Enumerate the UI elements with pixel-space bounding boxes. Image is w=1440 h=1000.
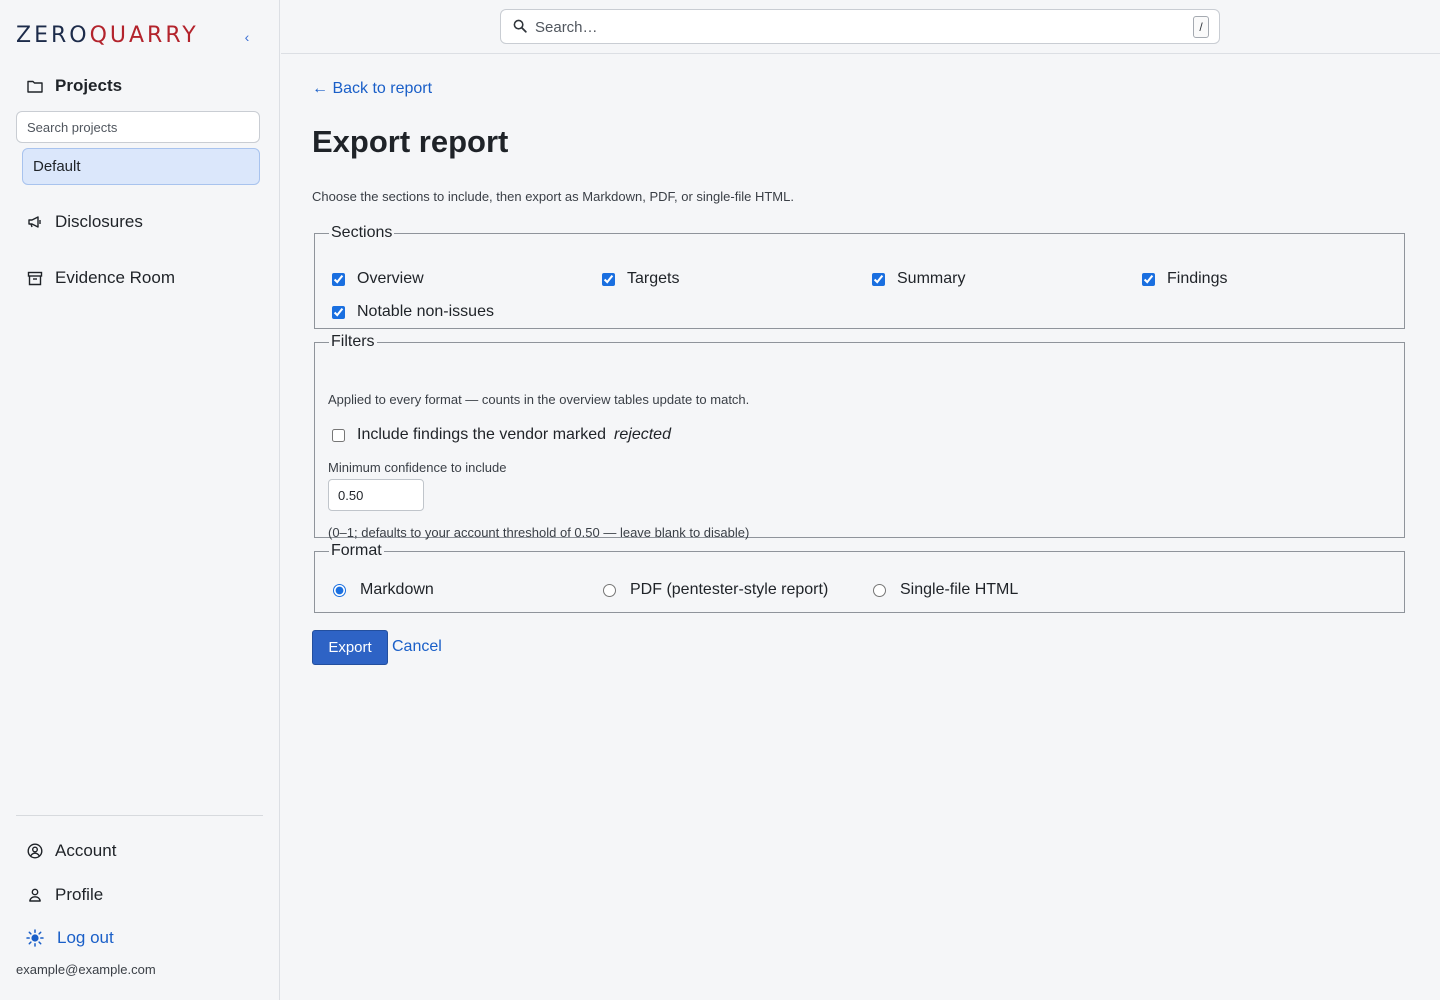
sections-legend: Sections [331,224,393,241]
markdown-radio[interactable] [333,583,346,597]
archive-box-icon [26,269,44,287]
filters-fieldset: Filters Applied to every format — counts… [314,333,1405,540]
search-icon [513,19,527,33]
format-option-markdown[interactable]: Markdown [333,581,434,599]
account-label: Account [55,841,117,860]
filters-note: Applied to every format — counts in the … [328,392,750,407]
project-item-default[interactable]: Default [22,148,260,185]
global-search-input[interactable] [535,14,1175,40]
zeroquarry-logo[interactable]: ZERO QUARRY [16,18,199,52]
logout-label: Log out [57,928,114,947]
overview-checkbox[interactable] [332,272,345,286]
user-email: example@example.com [16,962,156,977]
logo-quarry: QUARRY [89,22,199,48]
section-option-targets[interactable]: Targets [602,270,679,288]
filters-legend: Filters [331,333,375,350]
sidebar-item-projects[interactable]: Projects [26,76,122,96]
rejected-emphasis: rejected [614,426,671,443]
sidebar-item-disclosures[interactable]: Disclosures [26,212,143,232]
markdown-label: Markdown [360,581,434,598]
targets-checkbox[interactable] [602,272,615,286]
findings-checkbox[interactable] [1142,272,1155,286]
page-title: Export report [312,124,509,159]
pdf-label: PDF (pentester-style report) [630,581,829,598]
include-rejected-label: Include findings the vendor marked [357,426,607,443]
disclosures-label: Disclosures [55,212,143,231]
summary-label: Summary [897,270,966,287]
sidebar-item-evidence-room[interactable]: Evidence Room [26,268,175,288]
include-rejected-checkbox[interactable] [332,428,345,442]
megaphone-icon [26,213,44,231]
project-search-input[interactable] [16,111,260,143]
cancel-link[interactable]: Cancel [392,638,442,656]
projects-label: Projects [55,76,123,95]
overview-label: Overview [357,270,424,287]
global-search[interactable]: / [500,9,1220,44]
intro-text: Choose the sections to include, then exp… [312,189,794,204]
findings-label: Findings [1167,270,1228,287]
sun-icon [26,929,44,947]
targets-label: Targets [627,270,680,287]
sidebar-item-profile[interactable]: Profile [26,885,103,905]
summary-checkbox[interactable] [872,272,885,286]
back-to-report-link[interactable]: ← Back to report [312,80,432,98]
notable-non-issues-label: Notable non-issues [357,303,494,320]
evidence-room-label: Evidence Room [55,268,176,287]
pdf-radio[interactable] [603,583,616,597]
profile-label: Profile [55,885,104,904]
logo-zero: ZERO [16,22,90,48]
format-fieldset: Format Markdown PDF (pentester-style rep… [314,542,1405,613]
section-option-overview[interactable]: Overview [332,270,424,288]
include-rejected-option[interactable]: Include findings the vendor marked rejec… [332,426,671,444]
sidebar-item-account[interactable]: Account [26,841,116,861]
section-option-notable-non-issues[interactable]: Notable non-issues [332,303,494,321]
format-option-pdf[interactable]: PDF (pentester-style report) [603,581,828,599]
search-shortcut-key: / [1193,16,1209,38]
sections-fieldset: Sections Overview Targets Summary Findin… [314,224,1405,329]
single-file-html-radio[interactable] [873,583,886,597]
user-circle-icon [26,842,44,860]
single-file-html-label: Single-file HTML [900,581,1019,598]
top-bar: / [281,0,1440,54]
format-option-single-file-html[interactable]: Single-file HTML [873,581,1018,599]
person-icon [26,886,44,904]
export-button[interactable]: Export [312,630,388,665]
format-legend: Format [331,542,382,559]
min-confidence-help: (0–1; defaults to your account threshold… [328,525,750,540]
logout-link[interactable]: Log out [26,928,114,948]
section-option-findings[interactable]: Findings [1142,270,1227,288]
folder-icon [26,77,44,95]
sidebar: ZEROQUARRY ‹ Projects Default Disclosure… [0,0,280,1000]
collapse-sidebar-chevron-icon[interactable]: ‹ [240,28,254,46]
min-confidence-label: Minimum confidence to include [328,460,507,475]
sidebar-divider [16,815,263,816]
section-option-summary[interactable]: Summary [872,270,965,288]
notable-non-issues-checkbox[interactable] [332,305,345,319]
min-confidence-input[interactable] [328,479,424,511]
